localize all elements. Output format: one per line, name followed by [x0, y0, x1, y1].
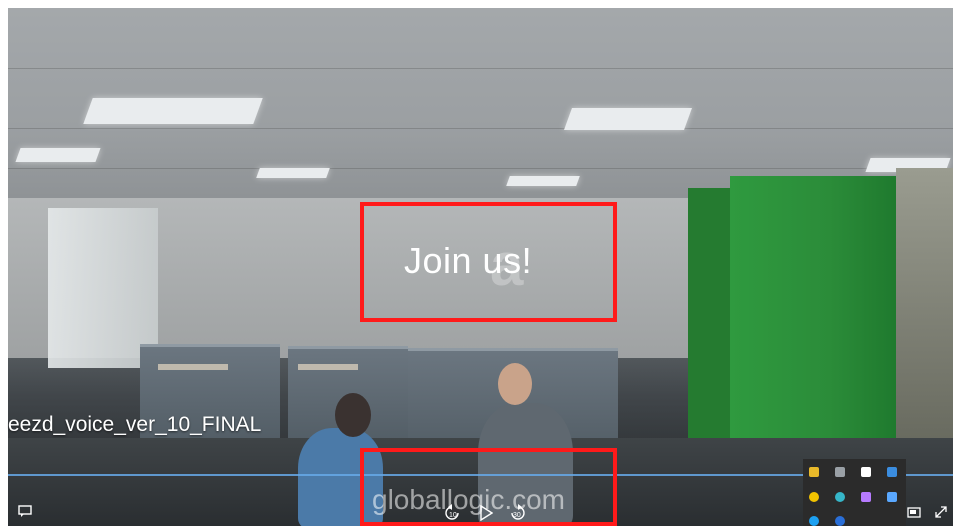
ceiling-grid [8, 128, 953, 129]
pen-icon[interactable] [861, 492, 871, 502]
desk [158, 364, 228, 370]
person-left-head [335, 393, 371, 437]
ceiling-light [83, 98, 263, 124]
fullscreen-icon[interactable] [932, 503, 950, 521]
chrome-icon[interactable] [809, 492, 819, 502]
edge-icon[interactable] [835, 492, 845, 502]
person-right-head [498, 363, 532, 405]
snip-icon[interactable] [861, 467, 871, 477]
notes-icon[interactable] [835, 467, 845, 477]
system-tray-popup [803, 459, 906, 526]
play-button[interactable] [476, 503, 496, 523]
subtitles-icon[interactable] [16, 502, 34, 520]
shield-icon[interactable] [809, 467, 819, 477]
annotation-box-caption [360, 202, 617, 322]
ceiling-grid [8, 168, 953, 169]
bluetooth-icon[interactable] [835, 516, 845, 526]
skip-forward-label: 30 [513, 512, 521, 519]
ceiling-grid [8, 68, 953, 69]
ceiling-light [563, 108, 693, 130]
ceiling-light [256, 168, 330, 178]
skip-back-label: 10 [449, 512, 457, 519]
video-title: eezd_voice_ver_10_FINAL [8, 413, 262, 436]
desk [298, 364, 358, 370]
ceiling-light [506, 176, 580, 186]
cloud-icon[interactable] [887, 492, 897, 502]
skip-back-button[interactable]: 10 [442, 503, 462, 523]
ceiling-light [15, 148, 101, 162]
calendar-icon[interactable] [887, 467, 897, 477]
skip-forward-button[interactable]: 30 [508, 503, 528, 523]
miniplayer-icon[interactable] [906, 505, 922, 519]
skype-icon[interactable] [809, 516, 819, 526]
